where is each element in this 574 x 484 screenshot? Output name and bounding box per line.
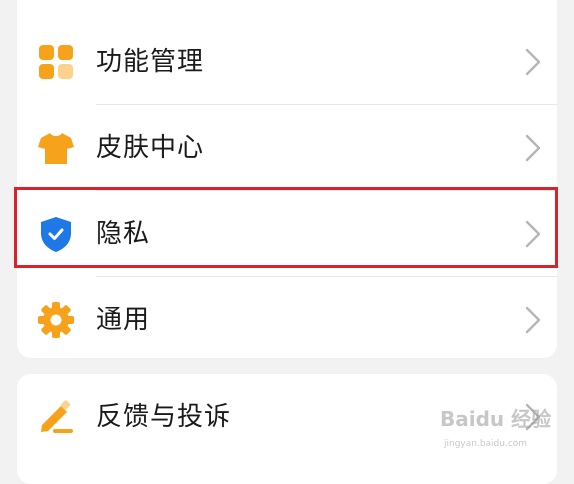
settings-item-feedback[interactable]: 反馈与投诉	[17, 374, 557, 460]
settings-item-label: 反馈与投诉	[96, 402, 232, 432]
feedback-card: 反馈与投诉	[17, 374, 557, 484]
feature-grid-icon	[37, 43, 75, 81]
settings-item-label: 皮肤中心	[96, 133, 205, 163]
chevron-right-icon	[517, 218, 547, 250]
shirt-icon	[37, 129, 75, 167]
settings-item-general[interactable]: 通用	[17, 277, 557, 358]
chevron-right-icon	[517, 132, 547, 164]
pencil-icon	[37, 398, 75, 436]
chevron-right-icon	[517, 304, 547, 336]
shield-check-icon	[37, 215, 75, 253]
settings-item-label: 功能管理	[96, 47, 205, 77]
settings-item-label: 通用	[96, 305, 151, 335]
settings-card: 功能管理 皮肤中心 隐私 通用	[17, 0, 557, 358]
settings-item-label: 隐私	[96, 219, 151, 249]
settings-item-feature-management[interactable]: 功能管理	[17, 19, 557, 105]
gear-icon	[37, 301, 75, 339]
settings-item-privacy[interactable]: 隐私	[17, 191, 557, 277]
chevron-right-icon	[517, 46, 547, 78]
settings-item-skin-center[interactable]: 皮肤中心	[17, 105, 557, 191]
chevron-right-icon	[517, 401, 547, 433]
